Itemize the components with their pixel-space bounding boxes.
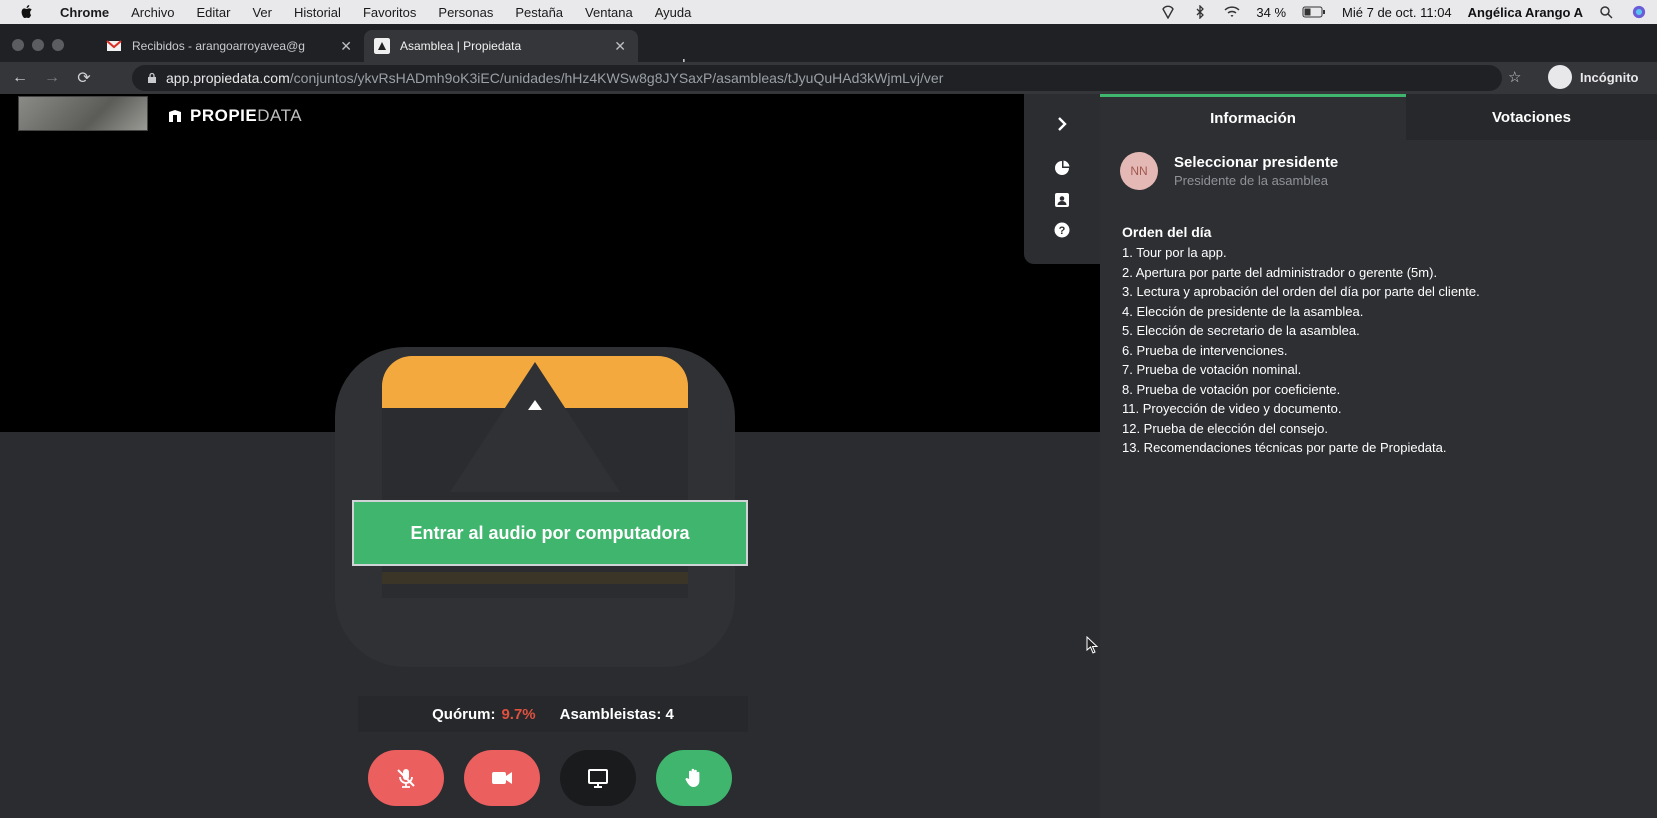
select-president[interactable]: NN Seleccionar presidente Presidente de … [1120,152,1338,190]
tab-label: Recibidos - arangoarroyavea@g [132,39,305,53]
mic-off-icon [397,769,415,788]
building-logo [18,96,148,131]
panel-tabs: Información Votaciones [1100,94,1657,140]
join-audio-button[interactable]: Entrar al audio por computadora [352,500,748,566]
collapse-panel-chevron-icon[interactable] [1054,116,1070,132]
forward-icon[interactable]: → [36,69,68,87]
tab-votaciones[interactable]: Votaciones [1406,94,1657,140]
quorum-status: Quórum: 9.7% Asambleistas: 4 [358,696,748,732]
brand-light: DATA [257,106,303,125]
info-panel: Información Votaciones NN Seleccionar pr… [1100,94,1657,818]
spotlight-search-icon[interactable] [1599,5,1615,19]
agenda-item: 5. Elección de secretario de la asamblea… [1122,323,1360,338]
browser-toolbar: ← → ⟳ app.propiedata.com/conjuntos/ykvRs… [0,62,1657,94]
propiedata-logo: PROPIE DATA [168,106,302,126]
menu-ventana[interactable]: Ventana [585,5,633,20]
incognito-indicator[interactable]: Incógnito [1548,65,1639,89]
mouse-pointer-icon [1086,636,1099,654]
tab-informacion[interactable]: Información [1100,94,1406,140]
agenda-item: 4. Elección de presidente de la asamblea… [1122,303,1364,319]
battery-icon[interactable] [1302,5,1326,19]
battery-percent: 34 % [1256,4,1287,20]
agenda-item: 8. Prueba de votación por coeficiente. [1122,381,1341,397]
agenda-item: 12. Prueba de elección del consejo. [1122,420,1328,436]
reload-icon[interactable]: ⟳ [68,68,100,88]
menubar-datetime[interactable]: Mié 7 de oct. 11:04 [1342,5,1452,20]
tab-gmail[interactable]: Recibidos - arangoarroyavea@g ✕ [96,30,364,62]
maximize-window-button[interactable] [52,39,64,51]
incognito-label: Incógnito [1580,69,1639,85]
svg-text:?: ? [1059,225,1066,237]
attendees-count: Asambleistas: 4 [559,705,674,723]
bookmark-star-icon[interactable]: ☆ [1508,68,1521,86]
avatar: NN [1120,152,1158,190]
menu-pestana[interactable]: Pestaña [515,5,563,20]
minimize-window-button[interactable] [32,39,44,51]
back-icon[interactable]: ← [4,69,36,87]
siri-icon[interactable] [1631,5,1647,19]
tab-asamblea[interactable]: Asamblea | Propiedata ✕ [364,30,638,62]
quorum-label: Quórum: [432,705,496,723]
close-tab-icon[interactable]: ✕ [340,38,352,55]
window-controls [12,39,64,51]
browser-tab-strip: Recibidos - arangoarroyavea@g ✕ Asamblea… [0,24,1657,76]
menubar-user[interactable]: Angélica Arango A [1468,5,1583,20]
agenda-item: 2. Apertura por parte del administrador … [1122,264,1438,280]
agenda: Orden del día 1. Tour por la app. 2. Ape… [1122,224,1480,458]
propiedata-mark-icon [169,110,181,122]
agenda-item: 11. Proyección de video y documento. [1122,401,1342,416]
menu-ayuda[interactable]: Ayuda [655,5,692,20]
address-bar[interactable]: app.propiedata.com/conjuntos/ykvRsHADmh9… [132,65,1502,91]
menu-personas[interactable]: Personas [438,5,493,20]
president-title: Seleccionar presidente [1174,154,1339,171]
agenda-item: 3. Lectura y aprobación del orden del dí… [1122,284,1480,299]
raise-hand-button[interactable] [656,750,732,806]
agenda-item: 1. Tour por la app. [1122,245,1227,260]
pie-chart-icon[interactable] [1054,160,1070,176]
apple-logo-icon[interactable] [18,3,36,21]
lock-icon[interactable] [146,72,158,84]
brand-bold: PROPIE [190,106,258,125]
contact-card-icon[interactable] [1054,192,1070,208]
incognito-icon [1548,65,1572,89]
menu-editar[interactable]: Editar [196,5,230,20]
video-toggle-button[interactable] [464,750,540,806]
agenda-item: 13. Recomendaciones técnicas por parte d… [1122,440,1447,455]
share-screen-button[interactable] [560,750,636,806]
url-host: app.propiedata.com [166,70,290,86]
menu-favoritos[interactable]: Favoritos [363,5,416,20]
video-area: PROPIE DATA Entrar al audio por computado… [0,94,1105,818]
raise-hand-icon [685,768,700,787]
video-camera-icon [492,772,512,784]
agenda-title: Orden del día [1122,224,1212,240]
quorum-value: 9.7% [501,705,536,723]
close-tab-icon[interactable]: ✕ [614,38,626,55]
menu-chrome[interactable]: Chrome [60,5,109,20]
agenda-item: 6. Prueba de intervenciones. [1122,342,1288,358]
gmail-icon [106,40,122,51]
mute-mic-button[interactable] [368,750,444,806]
tab-label: Asamblea | Propiedata [400,39,522,53]
macos-menu-bar: Chrome Archivo Editar Ver Historial Favo… [0,0,1657,24]
help-icon[interactable]: ? [1054,222,1070,238]
menu-archivo[interactable]: Archivo [131,5,174,20]
close-window-button[interactable] [12,39,24,51]
side-navigation: ? [1024,94,1100,264]
url-path: /conjuntos/ykvRsHADmh9oK3iEC/unidades/hH… [289,70,944,86]
screen-share-icon [588,769,608,788]
wifi-icon[interactable] [1224,5,1240,19]
assembly-page: PROPIE DATA Entrar al audio por computado… [0,94,1657,818]
airdrop-icon[interactable] [1160,5,1176,19]
propiedata-icon [374,38,390,54]
agenda-item: 7. Prueba de votación nominal. [1122,362,1302,377]
president-subtitle: Presidente de la asamblea [1174,173,1328,188]
menu-ver[interactable]: Ver [252,5,272,20]
menu-historial[interactable]: Historial [294,5,341,20]
bluetooth-icon[interactable] [1192,5,1208,19]
